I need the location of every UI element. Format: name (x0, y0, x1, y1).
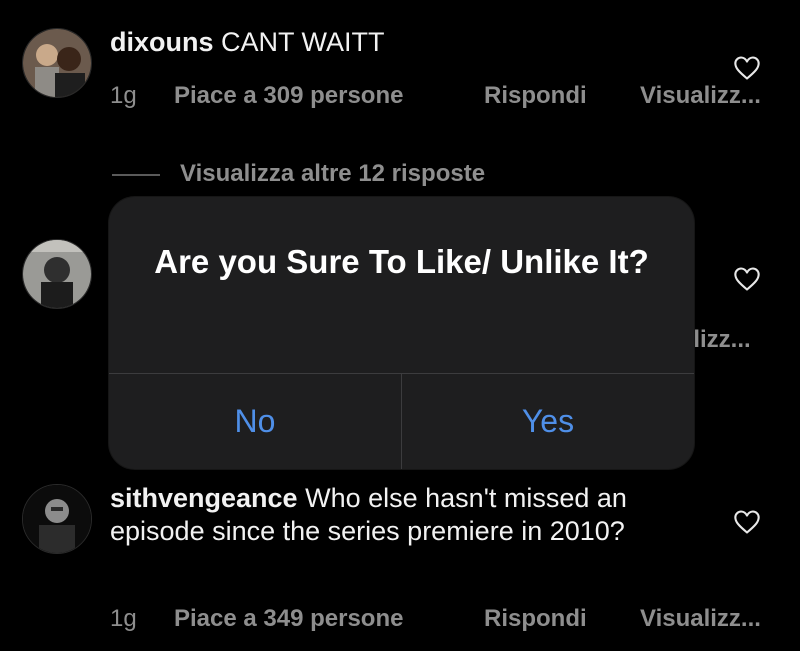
comment-time: 1g (110, 605, 137, 632)
confirm-like-dialog: Are you Sure To Like/ Unlike It? No Yes (109, 197, 694, 469)
avatar[interactable] (22, 28, 92, 98)
comments-screen: dixouns CANT WAITT 1g Piace a 309 person… (0, 0, 800, 651)
heart-outline-icon[interactable] (733, 508, 761, 536)
reply-link[interactable]: Rispondi (484, 605, 587, 633)
likes-count-link[interactable]: Piace a 349 persone (174, 605, 403, 633)
comment-username[interactable]: sithvengeance (110, 483, 298, 513)
comment-meta: 1g Piace a 349 persone Rispondi Visualiz… (110, 605, 788, 635)
comment-text: dixouns CANT WAITT (110, 26, 730, 59)
heart-outline-icon[interactable] (733, 265, 761, 293)
comment-body: CANT WAITT (221, 27, 385, 57)
comment-text: sithvengeance Who else hasn't missed an … (110, 482, 710, 548)
yes-button[interactable]: Yes (402, 374, 694, 469)
comment-time: 1g (110, 82, 137, 109)
no-button[interactable]: No (109, 374, 401, 469)
likes-count-link[interactable]: Piace a 309 persone (174, 82, 403, 110)
reply-link[interactable]: Rispondi (484, 82, 587, 110)
comment-meta: 1g Piace a 309 persone Rispondi Visualiz… (110, 82, 788, 112)
avatar[interactable] (22, 239, 92, 309)
view-more-replies-label: Visualizza altre 12 risposte (180, 160, 486, 187)
avatar[interactable] (22, 484, 92, 554)
comment-username[interactable]: dixouns (110, 27, 214, 57)
heart-outline-icon[interactable] (733, 54, 761, 82)
view-translation-link[interactable]: Visualizz... (640, 605, 761, 633)
replies-divider-line (112, 174, 160, 176)
view-translation-link[interactable]: Visualizz... (640, 82, 761, 110)
dialog-title: Are you Sure To Like/ Unlike It? (154, 243, 649, 280)
